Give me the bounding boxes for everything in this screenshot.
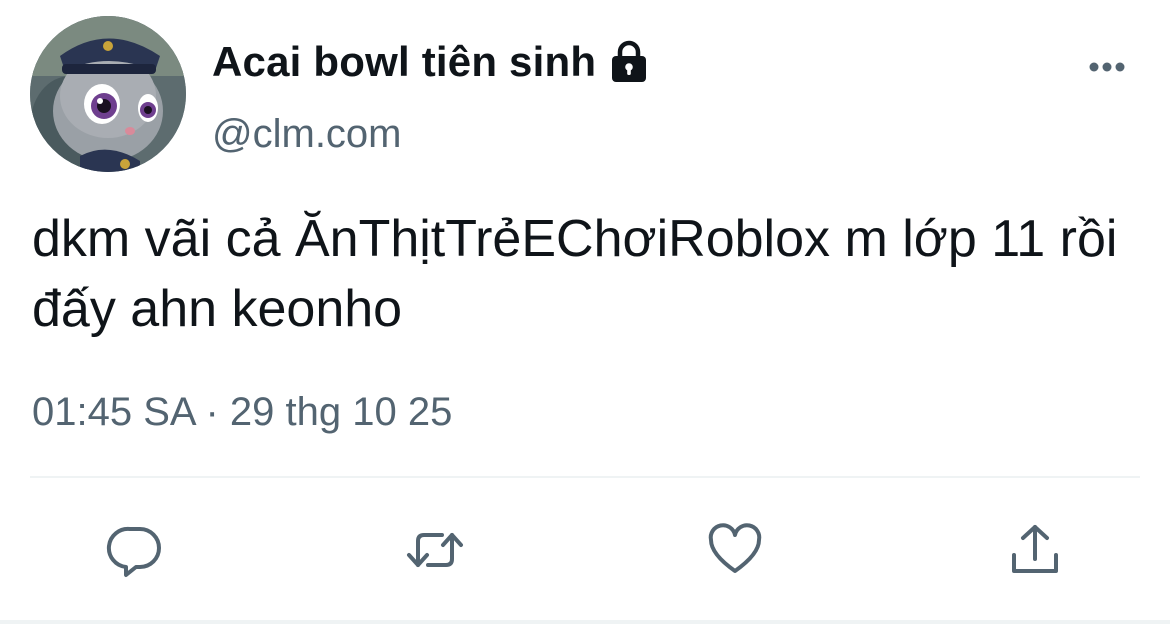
tweet-card: Acai bowl tiên sinh @clm.com dkm vãi cả …: [0, 0, 1170, 624]
display-name-row: Acai bowl tiên sinh: [212, 34, 652, 90]
avatar[interactable]: [30, 16, 186, 172]
retweet-button[interactable]: [400, 515, 470, 585]
lock-icon: [606, 39, 652, 85]
reply-button[interactable]: [100, 515, 170, 585]
heart-icon: [708, 523, 762, 573]
reply-icon: [106, 526, 161, 577]
bottom-border: [0, 620, 1170, 624]
action-bar: [0, 515, 1170, 585]
tweet-timestamp[interactable]: 01:45 SA · 29 thg 10 25: [32, 390, 452, 435]
display-name[interactable]: Acai bowl tiên sinh: [212, 38, 596, 86]
avatar-image: [30, 16, 186, 172]
tweet-text: dkm vãi cả ĂnThịtTrẻEChơiRoblox m lớp 11…: [32, 210, 1132, 338]
handle[interactable]: @clm.com: [212, 112, 402, 157]
divider: [30, 476, 1140, 478]
like-button[interactable]: [700, 515, 770, 585]
more-options-icon[interactable]: [1082, 52, 1132, 82]
retweet-icon: [407, 533, 463, 567]
share-icon: [1012, 525, 1058, 573]
share-button[interactable]: [1000, 515, 1070, 585]
